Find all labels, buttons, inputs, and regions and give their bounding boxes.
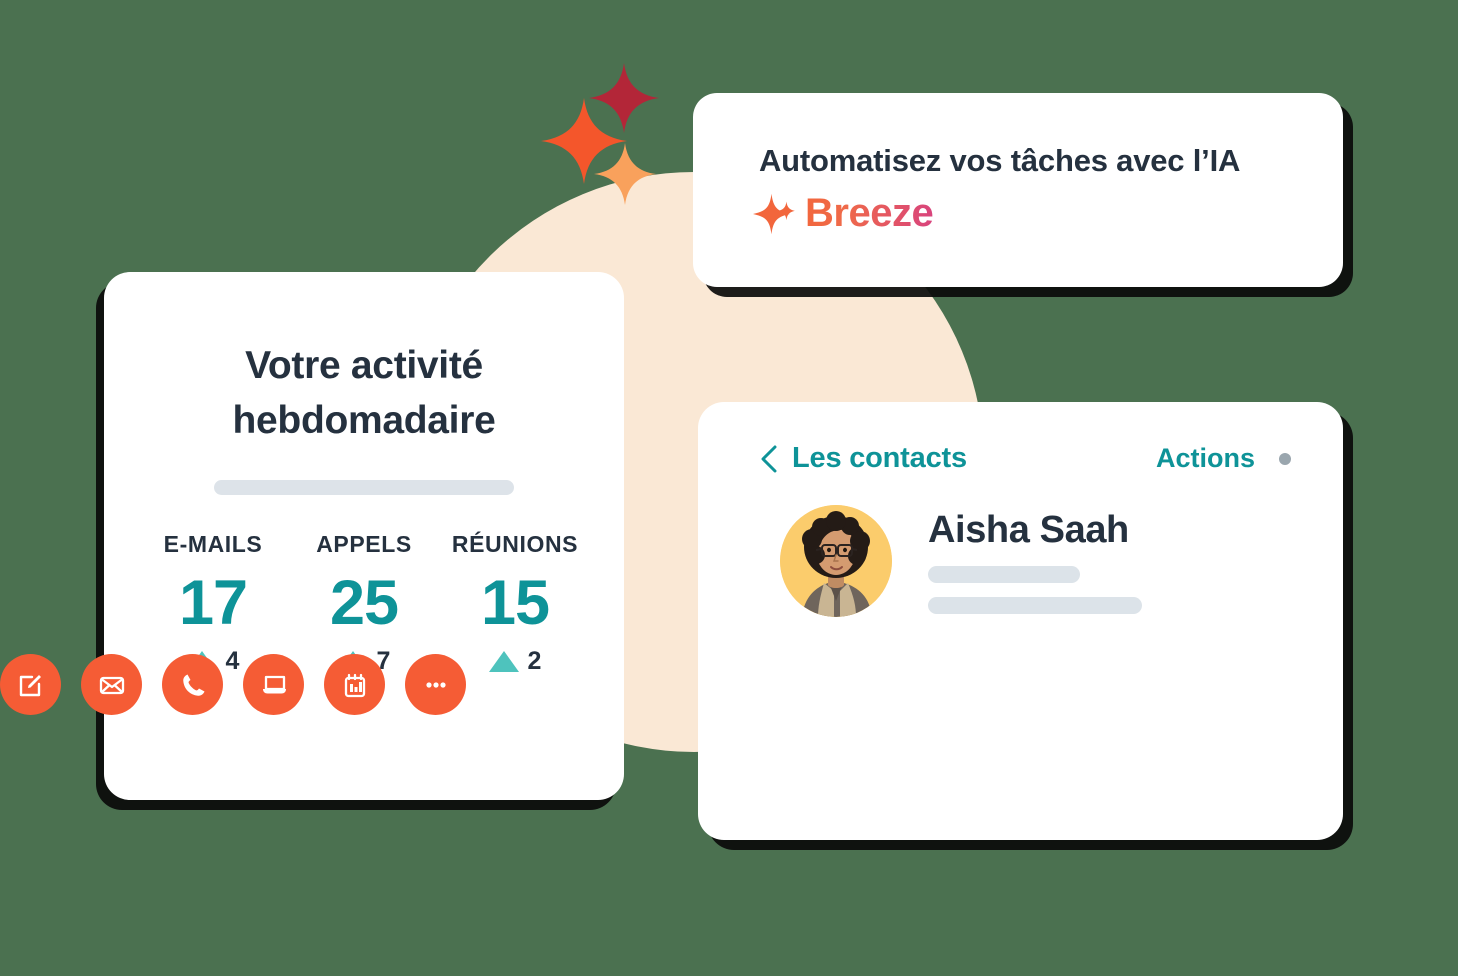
sparkle-light-orange-icon <box>594 143 656 205</box>
note-edit-icon <box>19 674 41 696</box>
laptop-icon <box>262 675 286 693</box>
sparkle-icon <box>753 193 795 234</box>
activity-title-line-1: Votre activité <box>245 344 483 387</box>
scene: Automatisez vos tâches avec l’IA Breeze … <box>0 0 1458 976</box>
contact-action-toolbar <box>0 617 1343 715</box>
back-link-label: Les contacts <box>792 442 967 474</box>
actions-menu-label: Actions <box>1155 443 1255 473</box>
more-actions-button[interactable] <box>405 654 466 715</box>
avatar <box>780 505 892 617</box>
stat-label: RÉUNIONS <box>451 530 579 557</box>
phone-icon <box>182 674 204 696</box>
contact-detail-card: Les contacts Actions Aisha Saah <box>0 402 1343 840</box>
breeze-wordmark: Breeze <box>805 191 934 235</box>
schedule-meeting-button[interactable] <box>243 654 304 715</box>
avatar-photo <box>780 505 892 617</box>
envelope-icon <box>99 676 124 694</box>
breeze-headline: Automatisez vos tâches avec l’IA <box>759 143 1241 178</box>
send-email-button[interactable] <box>81 654 142 715</box>
contact-summary: Aisha Saah <box>698 475 1343 617</box>
contacts-card-header: Les contacts Actions <box>698 402 1343 475</box>
calendar-task-icon <box>344 673 365 697</box>
stat-label: E-MAILS <box>163 530 263 557</box>
actions-menu[interactable]: Actions <box>1156 443 1291 474</box>
weekly-activity-card: Votre activité hebdomadaire E-MAILS 17 4… <box>104 272 624 800</box>
call-button[interactable] <box>162 654 223 715</box>
contact-detail-placeholder-2 <box>928 596 1142 614</box>
ellipsis-icon <box>425 681 446 688</box>
dot-icon <box>1279 452 1291 465</box>
breeze-logo: Breeze <box>753 191 1343 236</box>
stat-label: APPELS <box>316 530 412 557</box>
subtitle-placeholder-bar <box>214 479 514 495</box>
create-task-button[interactable] <box>324 654 385 715</box>
activity-title-line-2: hebdomadaire <box>232 399 496 443</box>
chevron-left-icon[interactable] <box>760 445 777 473</box>
contact-info: Aisha Saah <box>928 509 1142 614</box>
create-note-button[interactable] <box>0 654 61 715</box>
breeze-ai-card: Automatisez vos tâches avec l’IA Breeze <box>693 93 1343 287</box>
sparkle-red-icon <box>589 63 659 133</box>
back-to-contacts-link[interactable]: Les contacts <box>760 442 967 475</box>
contact-detail-placeholder-1 <box>928 565 1080 583</box>
contact-name: Aisha Saah <box>928 508 1129 551</box>
activity-card-title: Votre activité hebdomadaire <box>150 338 578 449</box>
